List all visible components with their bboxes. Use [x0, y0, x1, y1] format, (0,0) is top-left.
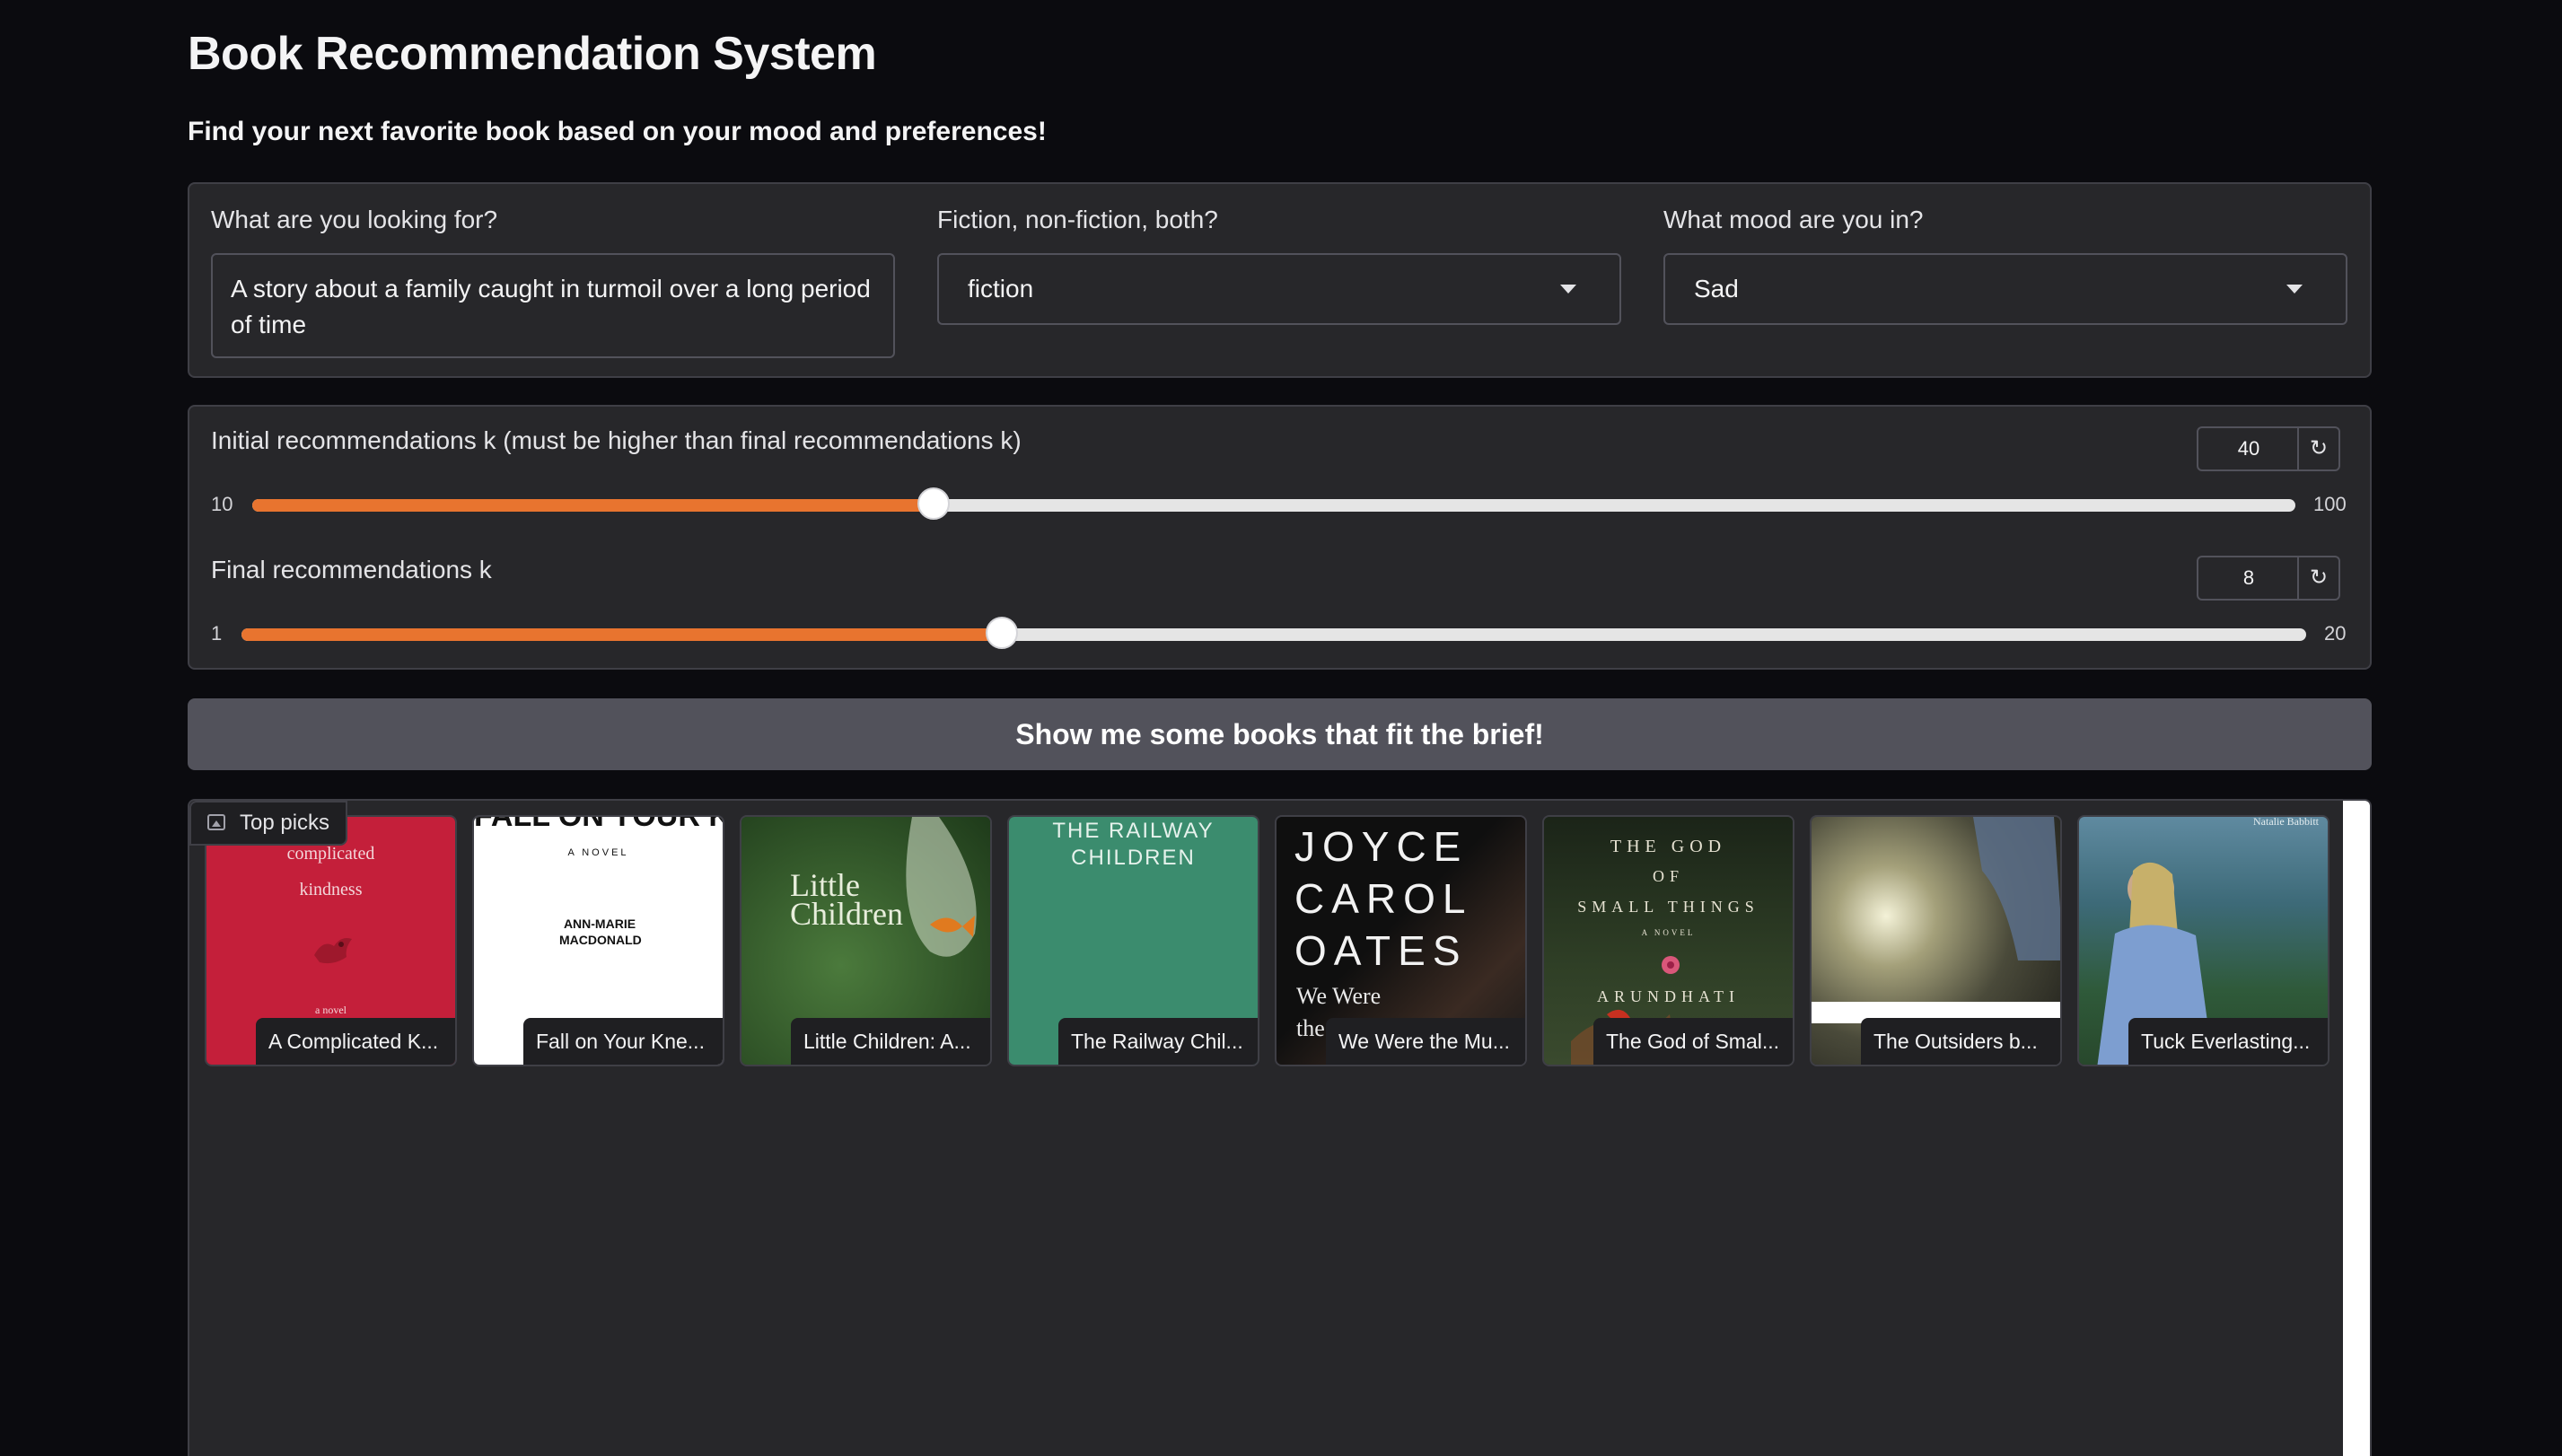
initial-k-slider-handle[interactable]: [917, 487, 950, 520]
gallery-thumbnail[interactable]: complicated kindness a novel A Complicat…: [205, 815, 457, 1066]
gallery-thumbnail[interactable]: THE GOD OF SMALL THINGS A NOVEL ARUNDHAT…: [1542, 815, 1794, 1066]
cover-text: SMALL THINGS: [1577, 898, 1759, 916]
gallery-thumbnail[interactable]: Natalie Babbitt Tuck Everlasting...: [2077, 815, 2329, 1066]
gallery-thumbnail[interactable]: FALL ON YOUR KNEES A NOVEL ANN-MARIE MAC…: [472, 815, 724, 1066]
goldfish-bag-illustration: [906, 817, 977, 957]
sliders-panel: Initial recommendations k (must be highe…: [188, 405, 2372, 670]
reset-icon[interactable]: ↻: [2297, 428, 2338, 469]
category-selected-value: fiction: [968, 275, 1034, 303]
final-k-slider-handle[interactable]: [986, 617, 1019, 649]
cover-text: JOYCE CAROL OATES: [1294, 820, 1472, 977]
cover-text: complicated: [286, 844, 375, 864]
gallery-caption: A Complicated K...: [256, 1018, 455, 1065]
cover-text: OF: [1652, 867, 1684, 885]
gallery-thumbnail[interactable]: Little Children Little Children: A...: [740, 815, 992, 1066]
chevron-down-icon: [1560, 285, 1576, 294]
mood-dropdown[interactable]: Sad: [1663, 253, 2347, 325]
cover-text-line: We Were: [1296, 983, 1382, 1009]
final-k-number-input[interactable]: 8 ↻: [2197, 556, 2340, 601]
initial-k-value[interactable]: 40: [2198, 428, 2299, 469]
gallery-caption: The Railway Chil...: [1058, 1018, 1258, 1065]
category-dropdown[interactable]: fiction: [937, 253, 1621, 325]
reset-icon[interactable]: ↻: [2297, 557, 2338, 599]
gallery-thumbnail[interactable]: JOYCE CAROL OATES We Were the We Were th…: [1275, 815, 1527, 1066]
page-title: Book Recommendation System: [188, 28, 877, 80]
initial-k-slider-fill: [252, 499, 934, 512]
cover-text: kindness: [299, 880, 363, 899]
cover-text: THE GOD: [1610, 837, 1727, 856]
query-label: What are you looking for?: [211, 206, 498, 233]
cover-text: Natalie Babbitt: [2253, 817, 2319, 828]
mood-label: What mood are you in?: [1663, 206, 1924, 233]
gallery-scrollbar[interactable]: [2343, 801, 2370, 1456]
cover-text-line: CAROL: [1294, 875, 1473, 922]
initial-k-max: 100: [2313, 493, 2347, 515]
cover-text: CHILDREN: [1071, 846, 1196, 870]
cover-text: a novel: [315, 1004, 347, 1016]
gallery-caption: Fall on Your Kne...: [523, 1018, 723, 1065]
final-k-label: Final recommendations k: [211, 556, 492, 583]
gallery-thumbnail[interactable]: THE RAILWAY CHILDREN The Railway Chil...: [1007, 815, 1259, 1066]
final-k-max: 20: [2324, 622, 2347, 645]
gallery-caption: The Outsiders b...: [1861, 1018, 2060, 1065]
submit-button[interactable]: Show me some books that fit the brief!: [188, 698, 2372, 770]
cover-text: A NOVEL: [567, 847, 629, 858]
gallery-label-text: Top picks: [240, 811, 330, 835]
final-k-slider-fill: [241, 628, 1003, 641]
flower-illustration: [1662, 956, 1680, 974]
gallery-thumbnail[interactable]: The Outsiders b...: [1810, 815, 2062, 1066]
cover-text: THE RAILWAY: [1052, 819, 1215, 843]
category-label: Fiction, non-fiction, both?: [937, 206, 1218, 233]
cover-text: FALL ON YOUR KNEES: [474, 817, 723, 834]
initial-k-slider-track[interactable]: [252, 487, 2295, 520]
gallery-caption: Little Children: A...: [791, 1018, 990, 1065]
image-icon: [207, 814, 225, 830]
final-k-min: 1: [211, 622, 223, 645]
final-k-value[interactable]: 8: [2198, 557, 2299, 599]
bird-illustration: [314, 938, 352, 964]
page-subtitle: Find your next favorite book based on yo…: [188, 117, 1047, 146]
initial-k-number-input[interactable]: 40 ↻: [2197, 426, 2340, 471]
cover-text: ARUNDHATI: [1597, 987, 1740, 1005]
chevron-down-icon: [2286, 285, 2303, 294]
cover-text-line: OATES: [1294, 927, 1468, 974]
final-k-slider-track[interactable]: [241, 617, 2306, 649]
figure-illustration: [1973, 817, 2060, 960]
initial-k-min: 10: [211, 493, 233, 515]
mood-selected-value: Sad: [1694, 275, 1739, 303]
gallery-caption: The God of Smal...: [1593, 1018, 1793, 1065]
query-textbox[interactable]: A story about a family caught in turmoil…: [211, 253, 895, 358]
cover-text: ANN-MARIE MACDONALD: [559, 917, 642, 947]
gallery-label: Top picks: [189, 801, 348, 846]
gallery-caption: Tuck Everlasting...: [2128, 1018, 2328, 1065]
cover-text-line: JOYCE: [1294, 823, 1469, 870]
top-picks-gallery: Top picks complicated kindness a novel A…: [188, 799, 2372, 1456]
query-panel: What are you looking for? A story about …: [188, 182, 2372, 378]
gallery-caption: We Were the Mu...: [1326, 1018, 1525, 1065]
cover-text: A NOVEL: [1641, 928, 1696, 937]
initial-k-label: Initial recommendations k (must be highe…: [211, 426, 1022, 454]
